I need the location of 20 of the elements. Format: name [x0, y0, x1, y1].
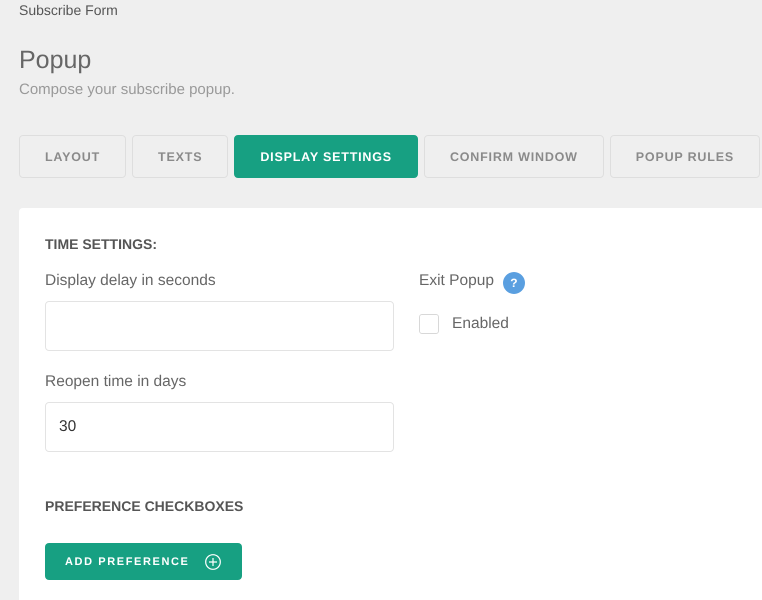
tab[interactable]: CONFIRM WINDOW: [424, 135, 604, 178]
input-field[interactable]: [45, 301, 394, 351]
page-title: Popup: [19, 45, 92, 75]
breadcrumb: Subscribe Form: [19, 1, 118, 20]
add-preference-button[interactable]: ADD PREFERENCE: [45, 543, 242, 580]
field-label: Display delay in seconds: [45, 271, 216, 291]
section-heading: TIME SETTINGS:: [45, 235, 157, 254]
tab[interactable]: DISPLAY SETTINGS: [234, 135, 418, 178]
checkbox[interactable]: [419, 314, 439, 334]
page-subtitle: Compose your subscribe popup.: [19, 80, 235, 100]
checkbox-label: Enabled: [452, 314, 509, 334]
tab[interactable]: LAYOUT: [19, 135, 126, 178]
plus-circle-icon: [205, 554, 222, 570]
field-label: Reopen time in days: [45, 372, 186, 392]
section-heading: PREFERENCE CHECKBOXES: [45, 497, 244, 516]
field-label: Exit Popup: [419, 271, 494, 291]
input-field[interactable]: 30: [45, 402, 394, 452]
tab[interactable]: TEXTS: [132, 135, 228, 178]
tab[interactable]: POPUP RULES: [610, 135, 760, 178]
help-icon[interactable]: ?: [502, 272, 525, 294]
